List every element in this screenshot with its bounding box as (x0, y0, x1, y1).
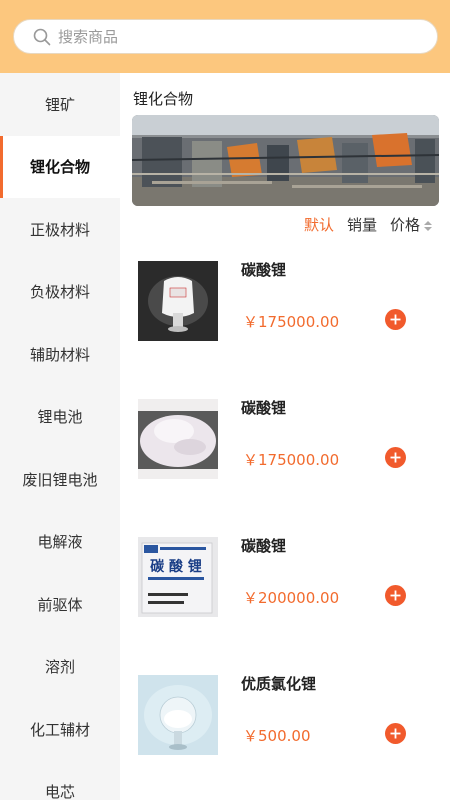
plus-icon (390, 590, 401, 601)
product-price: ￥200000.00 (243, 589, 340, 607)
product-image-bag[interactable]: 碳 酸 锂 (138, 537, 218, 617)
product-item[interactable]: 碳 酸 锂 碳酸锂 ￥200000.00 (120, 521, 450, 659)
product-item[interactable]: 碳酸锂 ￥175000.00 (120, 383, 450, 521)
product-image-powder[interactable] (138, 399, 218, 479)
category-banner-image[interactable] (132, 115, 439, 206)
category-label: 废旧锂电池 (22, 470, 98, 489)
add-to-cart-button[interactable] (385, 585, 406, 606)
category-item-waste-battery[interactable]: 废旧锂电池 (0, 448, 120, 511)
header-bar (0, 0, 450, 73)
category-item-electrolyte[interactable]: 电解液 (0, 511, 120, 574)
product-name: 碳酸锂 (241, 261, 287, 279)
category-label: 负极材料 (29, 283, 90, 302)
category-item-chemical-auxiliary[interactable]: 化工辅材 (0, 698, 120, 761)
product-price: ￥175000.00 (243, 313, 340, 331)
product-image-bottle[interactable] (138, 261, 218, 341)
plus-icon (390, 728, 401, 739)
product-image-flask[interactable] (138, 675, 218, 755)
category-label: 锂化合物 (29, 158, 90, 177)
product-name: 碳酸锂 (241, 399, 287, 417)
product-name: 优质氯化锂 (241, 675, 317, 693)
category-label: 辅助材料 (29, 345, 90, 364)
product-list: 碳酸锂 ￥175000.00 碳酸锂 ￥175000.00 碳 酸 锂 碳酸锂 … (120, 245, 450, 797)
category-item-anode-materials[interactable]: 负极材料 (0, 261, 120, 324)
add-to-cart-button[interactable] (385, 309, 406, 330)
category-item-battery-cell[interactable]: 电芯 (0, 761, 120, 800)
add-to-cart-button[interactable] (385, 447, 406, 468)
category-label: 电解液 (37, 533, 83, 552)
category-label: 锂电池 (37, 408, 83, 427)
sort-bar: 默认 销量 价格 (291, 214, 432, 235)
sort-price-button[interactable]: 价格 (390, 214, 432, 235)
category-label: 锂矿 (44, 95, 75, 114)
product-price: ￥175000.00 (243, 451, 340, 469)
bag-label-text: 碳 酸 锂 (150, 558, 202, 575)
main-content: 锂化合物 默认 销量 价格 碳酸锂 ￥175000.00 碳酸锂 ￥175000… (120, 73, 450, 800)
category-label: 前驱体 (37, 595, 83, 614)
category-label: 正极材料 (29, 220, 90, 239)
search-input[interactable] (58, 27, 398, 46)
category-item-lithium-battery[interactable]: 锂电池 (0, 386, 120, 449)
sort-sales-button[interactable]: 销量 (347, 214, 377, 235)
product-name: 碳酸锂 (241, 537, 287, 555)
plus-icon (390, 314, 401, 325)
category-item-lithium-ore[interactable]: 锂矿 (0, 73, 120, 136)
search-bar[interactable] (13, 19, 438, 54)
category-label: 溶剂 (44, 658, 75, 677)
category-item-cathode-materials[interactable]: 正极材料 (0, 198, 120, 261)
sort-price-label: 价格 (389, 216, 420, 234)
product-price: ￥500.00 (243, 727, 311, 745)
category-item-lithium-compounds[interactable]: 锂化合物 (0, 135, 120, 198)
category-item-auxiliary-materials[interactable]: 辅助材料 (0, 323, 120, 386)
category-label: 电芯 (44, 783, 75, 800)
category-item-precursor[interactable]: 前驱体 (0, 573, 120, 636)
product-item[interactable]: 优质氯化锂 ￥500.00 (120, 659, 450, 797)
product-item[interactable]: 碳酸锂 ￥175000.00 (120, 245, 450, 383)
plus-icon (390, 452, 401, 463)
section-title: 锂化合物 (133, 90, 194, 108)
category-sidebar: 锂矿 锂化合物 正极材料 负极材料 辅助材料 锂电池 废旧锂电池 电解液 前驱体… (0, 73, 120, 800)
category-label: 化工辅材 (29, 720, 90, 739)
sort-default-button[interactable]: 默认 (304, 214, 334, 235)
category-item-solvent[interactable]: 溶剂 (0, 636, 120, 699)
search-icon (33, 28, 51, 45)
sort-arrows-icon (424, 220, 432, 231)
add-to-cart-button[interactable] (385, 723, 406, 744)
